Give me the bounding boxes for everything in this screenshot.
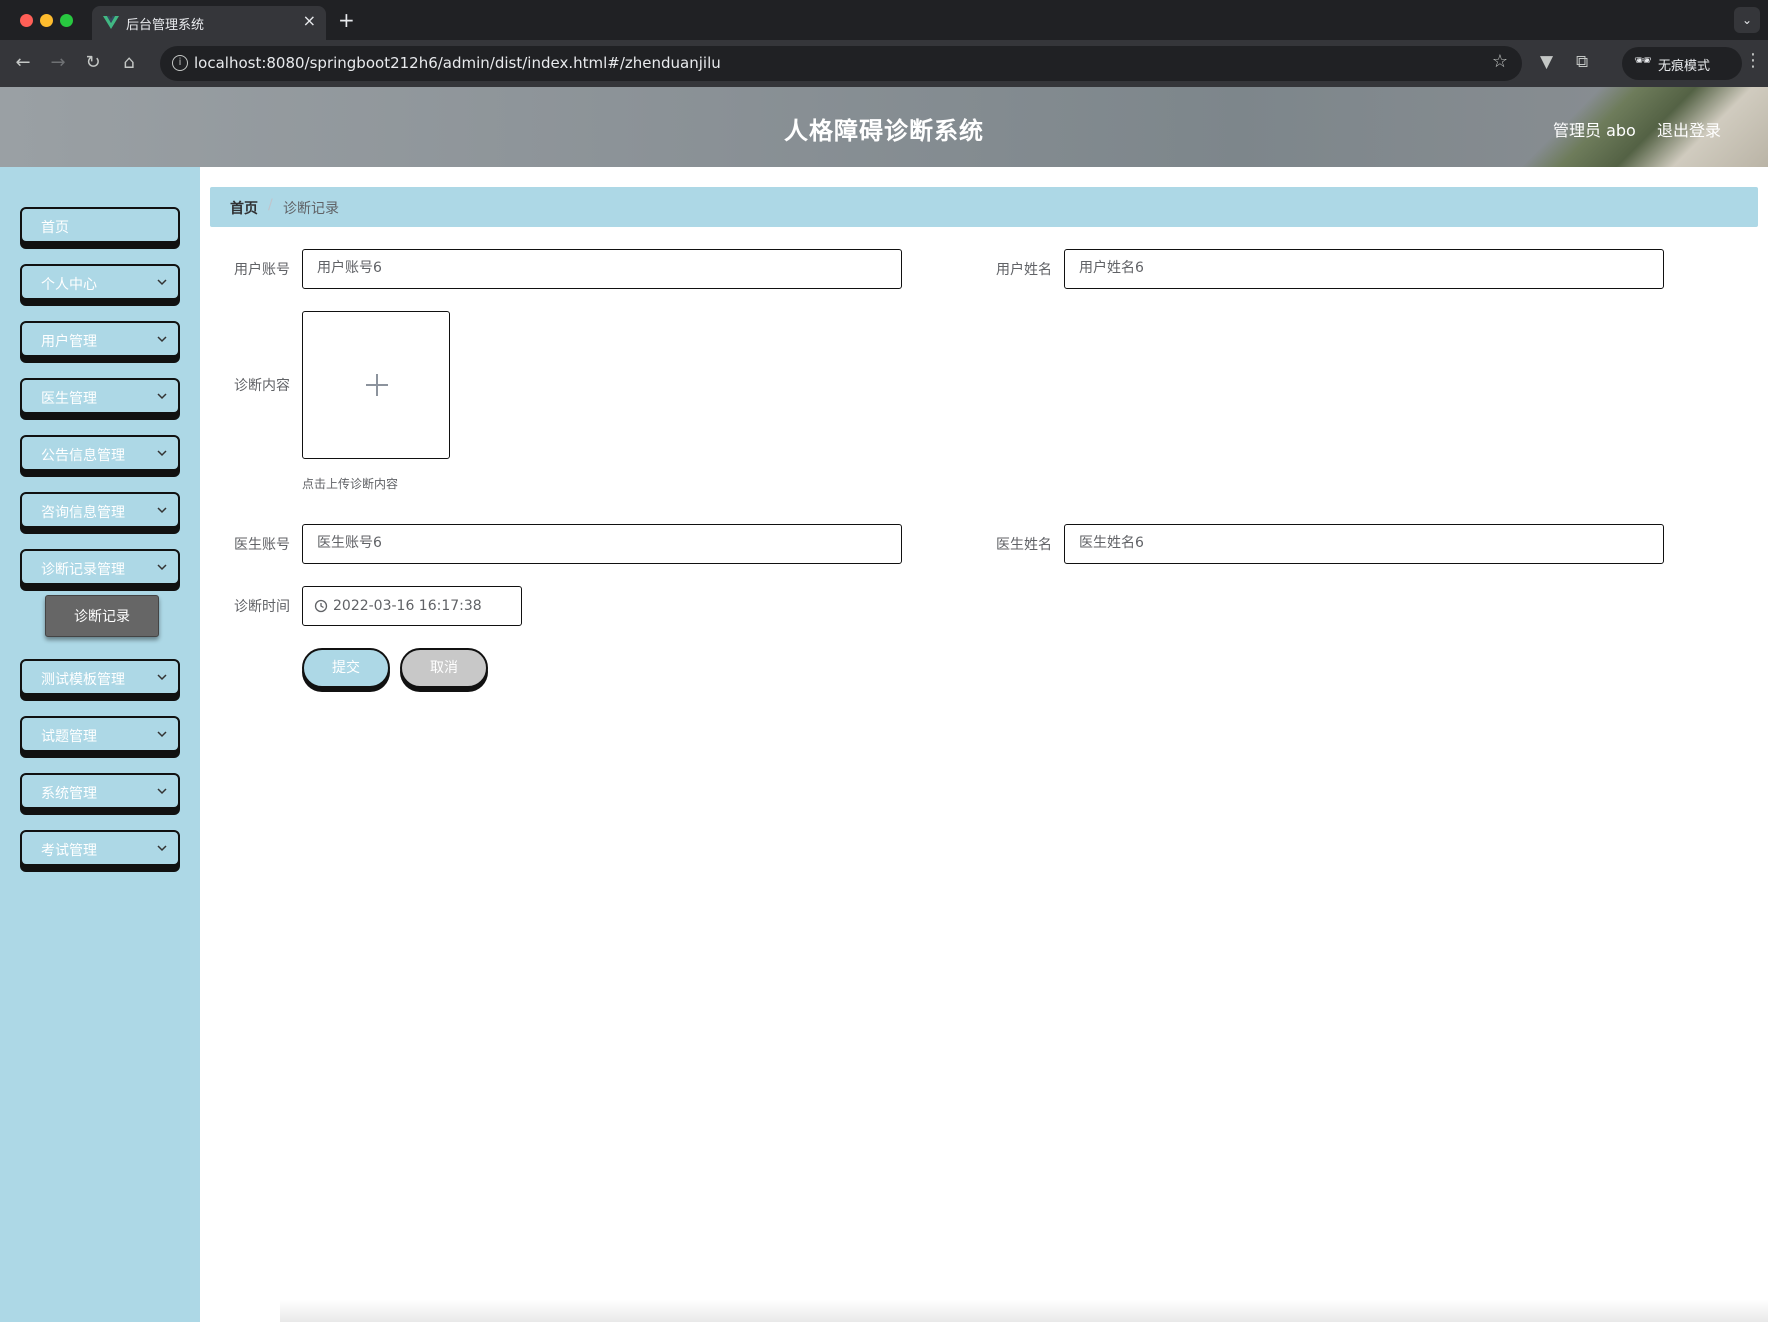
diagnosis-content-label: 诊断内容	[234, 378, 290, 394]
user-name-input[interactable]: 用户姓名6	[1064, 249, 1664, 289]
diagnosis-content-upload[interactable]	[302, 311, 450, 459]
sidebar-item-label: 个人中心	[41, 277, 97, 293]
url-text[interactable]: localhost:8080/springboot212h6/admin/dis…	[194, 54, 721, 72]
sidebar-item-label: 公告信息管理	[41, 448, 125, 464]
clock-icon	[314, 599, 328, 613]
sidebar-item-personal-center[interactable]: 个人中心	[20, 264, 180, 300]
cancel-button[interactable]: 取消	[400, 648, 488, 688]
diagnosis-time-value: 2022-03-16 16:17:38	[333, 598, 482, 614]
chevron-down-icon	[157, 393, 167, 400]
sidebar-item-label: 考试管理	[41, 843, 97, 859]
breadcrumb-current: 诊断记录	[283, 201, 339, 217]
tab-title: 后台管理系统	[126, 18, 205, 33]
address-bar[interactable]: i localhost:8080/springboot212h6/admin/d…	[160, 46, 1522, 81]
sidebar-subitem-diagnosis-records[interactable]: 诊断记录	[45, 595, 159, 637]
vue-logo-icon	[103, 16, 119, 29]
incognito-indicator[interactable]: 🕶 无痕模式	[1622, 47, 1742, 80]
chevron-down-icon	[157, 564, 167, 571]
browser-tab[interactable]: 后台管理系统 ×	[92, 6, 326, 40]
sidebar-item-label: 医生管理	[41, 391, 97, 407]
browser-menu-icon[interactable]: ⋮	[1744, 50, 1762, 71]
doctor-name-input[interactable]: 医生姓名6	[1064, 524, 1664, 564]
sidebar-item-system-management[interactable]: 系统管理	[20, 773, 180, 809]
chevron-down-icon	[157, 450, 167, 457]
diagnosis-time-label: 诊断时间	[234, 599, 290, 615]
sidebar-item-diagnosis-records-management[interactable]: 诊断记录管理	[20, 549, 180, 585]
chevron-down-icon	[157, 279, 167, 286]
upload-hint: 点击上传诊断内容	[302, 477, 399, 491]
page-bottom-shadow	[280, 1300, 1768, 1322]
incognito-label: 无痕模式	[1658, 59, 1711, 74]
sidebar-item-label: 测试模板管理	[41, 672, 125, 688]
chevron-down-icon	[157, 731, 167, 738]
tab-search-icon[interactable]: ⌄	[1734, 7, 1760, 33]
new-tab-button[interactable]: +	[338, 8, 355, 32]
breadcrumb-separator: /	[268, 197, 273, 213]
sidebar-item-home[interactable]: 首页	[20, 207, 180, 243]
forward-icon[interactable]: →	[45, 50, 71, 76]
chevron-down-icon	[157, 845, 167, 852]
browser-toolbar: ← → ↻ ⌂ i localhost:8080/springboot212h6…	[0, 40, 1768, 87]
browser-tab-bar: 后台管理系统 × + ⌄	[0, 0, 1768, 40]
breadcrumb-home[interactable]: 首页	[230, 198, 258, 218]
sidebar: 首页 个人中心 用户管理 医生管理 公告信息管理 咨询信息管理 诊断记录管理 测…	[0, 167, 200, 1322]
chevron-down-icon	[157, 674, 167, 681]
breadcrumb: 首页 / 诊断记录	[210, 187, 1758, 227]
sidebar-item-user-management[interactable]: 用户管理	[20, 321, 180, 357]
user-account-label: 用户账号	[234, 262, 290, 278]
app-title: 人格障碍诊断系统	[784, 117, 984, 145]
bookmark-star-icon[interactable]: ☆	[1492, 51, 1508, 72]
back-icon[interactable]: ←	[10, 50, 36, 76]
chevron-down-icon	[157, 507, 167, 514]
diagnosis-time-picker[interactable]: 2022-03-16 16:17:38	[302, 586, 522, 626]
extensions-icon[interactable]: ⧉	[1576, 52, 1588, 72]
reload-icon[interactable]: ↻	[80, 50, 106, 76]
sidebar-item-announcement-management[interactable]: 公告信息管理	[20, 435, 180, 471]
maximize-window-button[interactable]	[60, 14, 73, 27]
doctor-name-label: 医生姓名	[996, 537, 1052, 553]
sidebar-item-question-management[interactable]: 试题管理	[20, 716, 180, 752]
home-icon[interactable]: ⌂	[116, 50, 142, 76]
minimize-window-button[interactable]	[40, 14, 53, 27]
user-account-input[interactable]: 用户账号6	[302, 249, 902, 289]
sidebar-item-test-template-management[interactable]: 测试模板管理	[20, 659, 180, 695]
submit-button[interactable]: 提交	[302, 648, 390, 688]
close-window-button[interactable]	[20, 14, 33, 27]
sidebar-item-label: 试题管理	[41, 729, 97, 745]
tab-close-icon[interactable]: ×	[303, 11, 316, 30]
user-name-label: 用户姓名	[996, 262, 1052, 278]
sidebar-item-doctor-management[interactable]: 医生管理	[20, 378, 180, 414]
doctor-account-label: 医生账号	[234, 537, 290, 553]
sidebar-item-label: 首页	[41, 220, 69, 236]
sidebar-item-label: 系统管理	[41, 786, 97, 802]
sidebar-item-label: 用户管理	[41, 334, 97, 350]
sidebar-item-consultation-management[interactable]: 咨询信息管理	[20, 492, 180, 528]
sidebar-item-exam-management[interactable]: 考试管理	[20, 830, 180, 866]
current-user: 管理员 abo	[1553, 121, 1636, 140]
incognito-icon: 🕶	[1634, 53, 1652, 69]
vue-devtools-icon[interactable]: ▼	[1540, 52, 1553, 72]
site-info-icon[interactable]: i	[172, 55, 188, 71]
logout-button[interactable]: 退出登录	[1657, 117, 1721, 141]
chevron-down-icon	[157, 788, 167, 795]
chevron-down-icon	[157, 336, 167, 343]
doctor-account-input[interactable]: 医生账号6	[302, 524, 902, 564]
plus-icon	[376, 374, 378, 396]
app-header: 人格障碍诊断系统 管理员 abo 退出登录	[0, 87, 1768, 167]
sidebar-item-label: 诊断记录管理	[41, 562, 125, 578]
sidebar-item-label: 咨询信息管理	[41, 505, 125, 521]
